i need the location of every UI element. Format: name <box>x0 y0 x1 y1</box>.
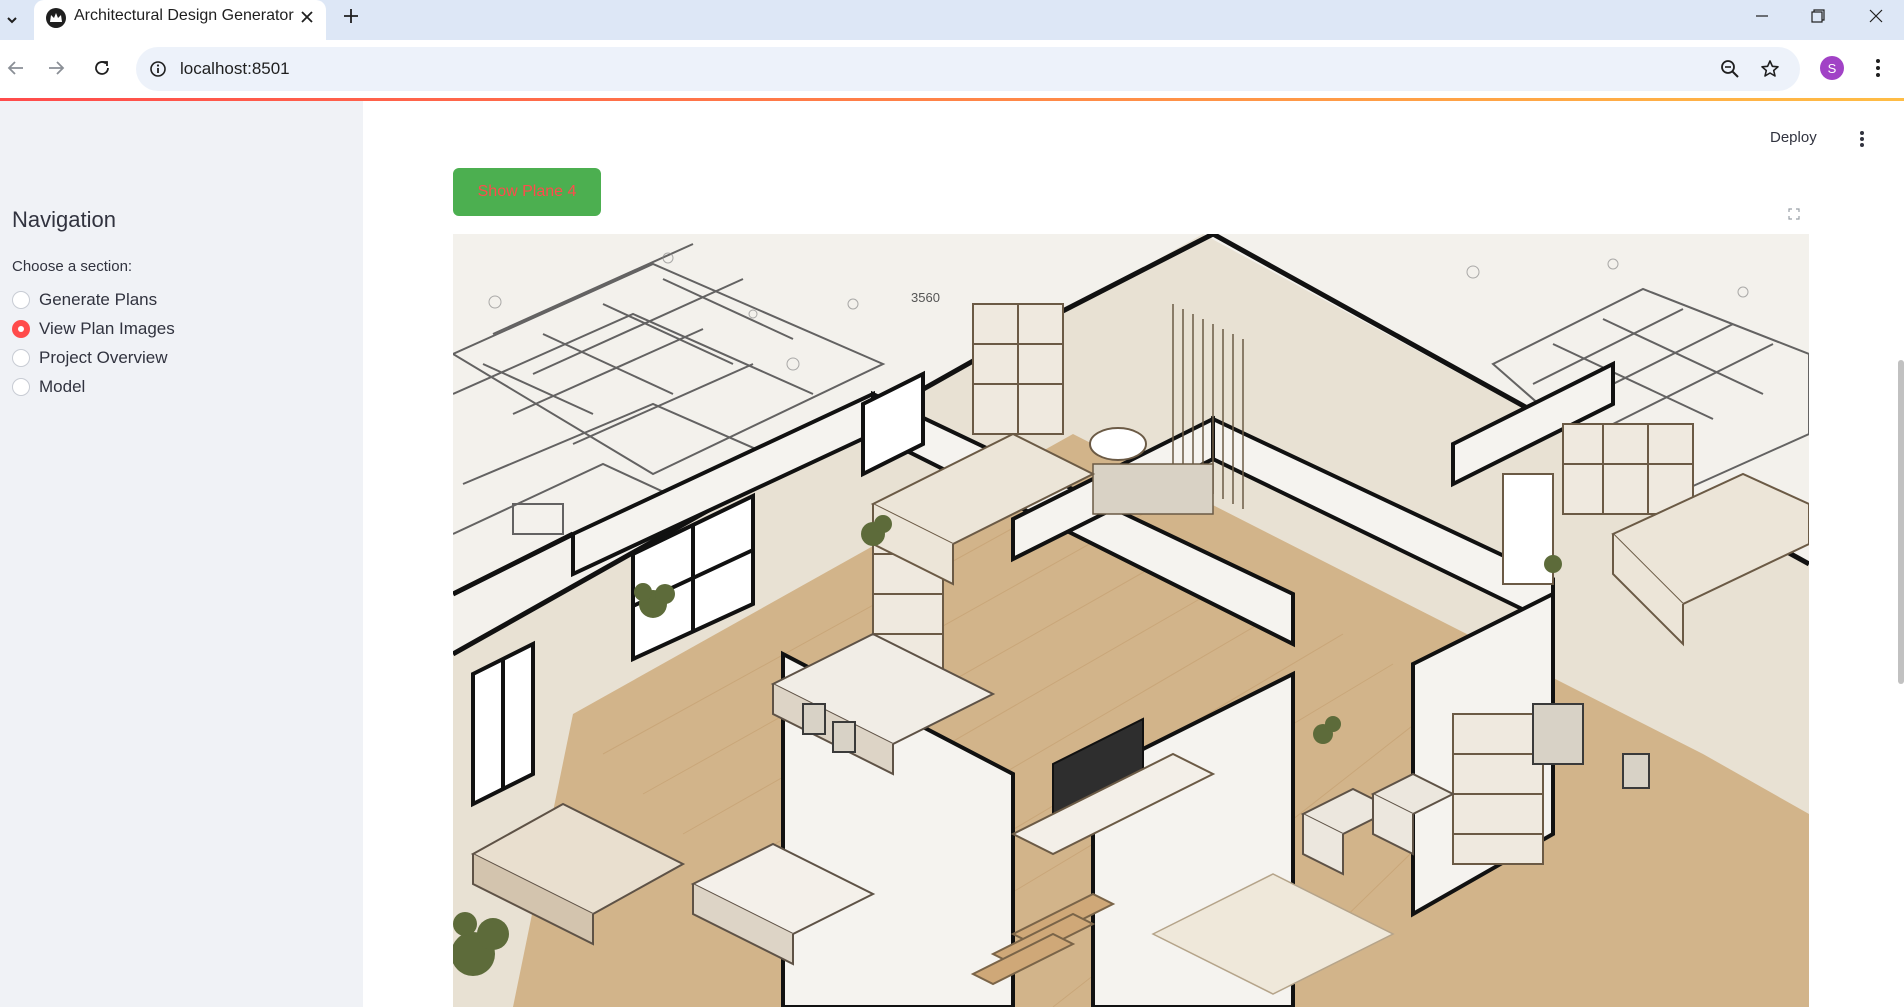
tab-title: Architectural Design Generator <box>74 7 294 24</box>
radio-unchecked-icon[interactable] <box>12 291 30 309</box>
radio-option-label[interactable]: Model <box>39 377 85 397</box>
sidebar-title: Navigation <box>12 207 116 232</box>
chevron-down-icon[interactable] <box>0 8 24 32</box>
star-icon[interactable] <box>1758 57 1782 81</box>
browser-toolbar: localhost:8501 S <box>0 40 1904 98</box>
kebab-icon[interactable] <box>1866 54 1890 82</box>
radio-group-label: Choose a section: <box>12 258 133 275</box>
kebab-icon[interactable] <box>1852 125 1872 153</box>
radio-option-project-overview[interactable]: Project Overview <box>12 346 167 370</box>
radio-unchecked-icon[interactable] <box>12 349 30 367</box>
url-text[interactable]: localhost:8501 <box>180 59 290 79</box>
info-icon[interactable] <box>146 57 170 81</box>
radio-checked-icon[interactable] <box>12 320 30 338</box>
radio-option-label[interactable]: View Plan Images <box>39 319 175 339</box>
browser-tab[interactable]: Architectural Design Generator <box>34 0 326 40</box>
streamlit-crown-icon <box>46 8 66 28</box>
minimize-icon[interactable] <box>1734 0 1790 32</box>
deploy-button[interactable]: Deploy <box>1770 129 1817 146</box>
page-scrollbar[interactable] <box>1898 360 1904 684</box>
arrow-left-icon[interactable] <box>0 52 32 84</box>
radio-option-generate-plans[interactable]: Generate Plans <box>12 288 157 312</box>
show-plan-button[interactable]: Show Plane 4 <box>453 168 601 216</box>
radio-option-label[interactable]: Project Overview <box>39 348 167 368</box>
profile-avatar[interactable]: S <box>1820 56 1844 80</box>
restore-icon[interactable] <box>1790 0 1846 32</box>
radio-option-view-plan-images[interactable]: View Plan Images <box>12 317 175 341</box>
arrow-right-icon[interactable] <box>40 52 72 84</box>
reload-icon[interactable] <box>86 52 118 84</box>
plus-icon[interactable] <box>338 3 364 29</box>
sketch-text: 3560 <box>911 290 940 305</box>
radio-option-label[interactable]: Generate Plans <box>39 290 157 310</box>
radio-unchecked-icon[interactable] <box>12 378 30 396</box>
sidebar: Navigation Choose a section: Generate Pl… <box>0 101 363 1007</box>
browser-tab-strip: Architectural Design Generator <box>0 0 1904 40</box>
address-bar[interactable]: localhost:8501 <box>136 47 1800 91</box>
close-icon[interactable] <box>294 4 320 30</box>
zoom-icon[interactable] <box>1718 57 1742 81</box>
window-close-icon[interactable] <box>1848 0 1904 32</box>
isometric-floor-plan-image: 3560 <box>453 234 1809 1007</box>
fullscreen-icon[interactable] <box>1782 202 1806 226</box>
radio-option-model[interactable]: Model <box>12 375 85 399</box>
